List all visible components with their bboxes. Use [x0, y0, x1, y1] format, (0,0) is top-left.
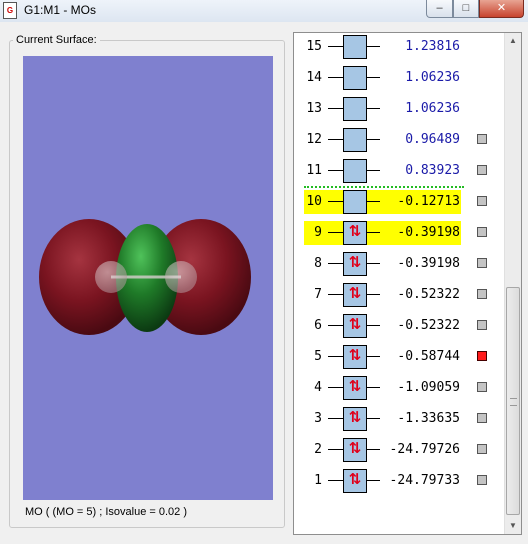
surface-status: MO ( (MO = 5) ; Isovalue = 0.02 )	[25, 506, 187, 518]
mo-energy: 1.06236	[405, 70, 460, 85]
mo-energy: -0.39198	[397, 225, 460, 240]
vertical-scrollbar[interactable]: ▲ ▼	[504, 33, 521, 534]
mo-energy: -0.12713	[397, 194, 460, 209]
mo-row-2[interactable]: 2 ⇅ -24.79726	[294, 437, 504, 463]
scroll-thumb[interactable]	[506, 287, 520, 515]
surface-checkbox[interactable]	[477, 134, 487, 144]
mo-row-12[interactable]: 12 0.96489	[294, 127, 504, 153]
virtual-orbital-icon[interactable]	[343, 66, 367, 90]
mo-number: 13	[306, 101, 322, 116]
mo-number: 12	[306, 132, 322, 147]
surface-checkbox[interactable]	[477, 444, 487, 454]
mo-energy: -1.33635	[397, 411, 460, 426]
mo-number: 6	[314, 318, 322, 333]
surface-checkbox[interactable]	[477, 475, 487, 485]
mo-energy: -24.79733	[389, 473, 460, 488]
surface-checkbox[interactable]	[477, 320, 487, 330]
mo-energy-list[interactable]: 15 1.23816 14 1.06236 13 1.06236 12 0.96489 11 0.…	[293, 32, 522, 535]
gaussview-doc-icon: G	[3, 2, 17, 19]
occupied-orbital-icon[interactable]: ⇅	[343, 376, 367, 400]
maximize-button[interactable]: □	[453, 0, 479, 18]
surface-checkbox[interactable]	[477, 382, 487, 392]
surface-checkbox[interactable]	[477, 351, 487, 361]
occupied-orbital-icon[interactable]: ⇅	[343, 345, 367, 369]
mo-energy: 0.83923	[405, 163, 460, 178]
mo-energy: -24.79726	[389, 442, 460, 457]
mo-number: 1	[314, 473, 322, 488]
surface-checkbox[interactable]	[477, 165, 487, 175]
close-button[interactable]: ✕	[479, 0, 524, 18]
surface-checkbox[interactable]	[477, 289, 487, 299]
mo-energy: 0.96489	[405, 132, 460, 147]
title-bar[interactable]: G G1:M1 - MOs – □ ✕	[0, 0, 528, 22]
scroll-up-icon[interactable]: ▲	[505, 33, 521, 49]
occupied-orbital-icon[interactable]: ⇅	[343, 221, 367, 245]
mo-number: 8	[314, 256, 322, 271]
window-title: G1:M1 - MOs	[24, 3, 97, 17]
mo-row-8[interactable]: 8 ⇅ -0.39198	[294, 251, 504, 277]
occupied-orbital-icon[interactable]: ⇅	[343, 314, 367, 338]
virtual-orbital-icon[interactable]	[343, 97, 367, 121]
homo-lumo-separator	[304, 186, 464, 188]
mo-energy: -1.09059	[397, 380, 460, 395]
mo-number: 3	[314, 411, 322, 426]
virtual-orbital-icon[interactable]	[343, 159, 367, 183]
mo-energy: -0.58744	[397, 349, 460, 364]
surface-checkbox[interactable]	[477, 196, 487, 206]
mo-number: 5	[314, 349, 322, 364]
mo-row-11[interactable]: 11 0.83923	[294, 158, 504, 184]
scroll-down-icon[interactable]: ▼	[505, 518, 521, 534]
occupied-orbital-icon[interactable]: ⇅	[343, 438, 367, 462]
molecule-viewport[interactable]	[23, 56, 273, 500]
mo-energy: -0.52322	[397, 287, 460, 302]
atom-right	[165, 261, 197, 293]
mo-number: 15	[306, 39, 322, 54]
mo-number: 10	[306, 194, 322, 209]
mo-number: 4	[314, 380, 322, 395]
atom-left	[95, 261, 127, 293]
grip-icon	[510, 398, 517, 406]
mo-number: 2	[314, 442, 322, 457]
occupied-orbital-icon[interactable]: ⇅	[343, 407, 367, 431]
mo-row-7[interactable]: 7 ⇅ -0.52322	[294, 282, 504, 308]
mo-row-10[interactable]: 10 -0.12713	[294, 189, 504, 215]
minimize-button[interactable]: –	[426, 0, 453, 18]
mo-energy: -0.39198	[397, 256, 460, 271]
mo-row-1[interactable]: 1 ⇅ -24.79733	[294, 468, 504, 494]
mo-row-9[interactable]: 9 ⇅ -0.39198	[294, 220, 504, 246]
surface-checkbox[interactable]	[477, 227, 487, 237]
mo-energy: -0.52322	[397, 318, 460, 333]
surface-checkbox[interactable]	[477, 413, 487, 423]
occupied-orbital-icon[interactable]: ⇅	[343, 283, 367, 307]
current-surface-label: Current Surface:	[13, 34, 100, 46]
mo-row-14[interactable]: 14 1.06236	[294, 65, 504, 91]
mo-row-4[interactable]: 4 ⇅ -1.09059	[294, 375, 504, 401]
mo-isosurface-render	[39, 219, 251, 335]
mo-row-15[interactable]: 15 1.23816	[294, 34, 504, 60]
mo-number: 9	[314, 225, 322, 240]
mo-number: 11	[306, 163, 322, 178]
surface-checkbox[interactable]	[477, 258, 487, 268]
mo-row-6[interactable]: 6 ⇅ -0.52322	[294, 313, 504, 339]
virtual-orbital-icon[interactable]	[343, 128, 367, 152]
mo-row-5[interactable]: 5 ⇅ -0.58744	[294, 344, 504, 370]
mo-row-3[interactable]: 3 ⇅ -1.33635	[294, 406, 504, 432]
mo-number: 7	[314, 287, 322, 302]
virtual-orbital-icon[interactable]	[343, 190, 367, 214]
mo-row-13[interactable]: 13 1.06236	[294, 96, 504, 122]
virtual-orbital-icon[interactable]	[343, 35, 367, 59]
mo-energy: 1.23816	[405, 39, 460, 54]
mo-energy: 1.06236	[405, 101, 460, 116]
mo-number: 14	[306, 70, 322, 85]
occupied-orbital-icon[interactable]: ⇅	[343, 252, 367, 276]
occupied-orbital-icon[interactable]: ⇅	[343, 469, 367, 493]
